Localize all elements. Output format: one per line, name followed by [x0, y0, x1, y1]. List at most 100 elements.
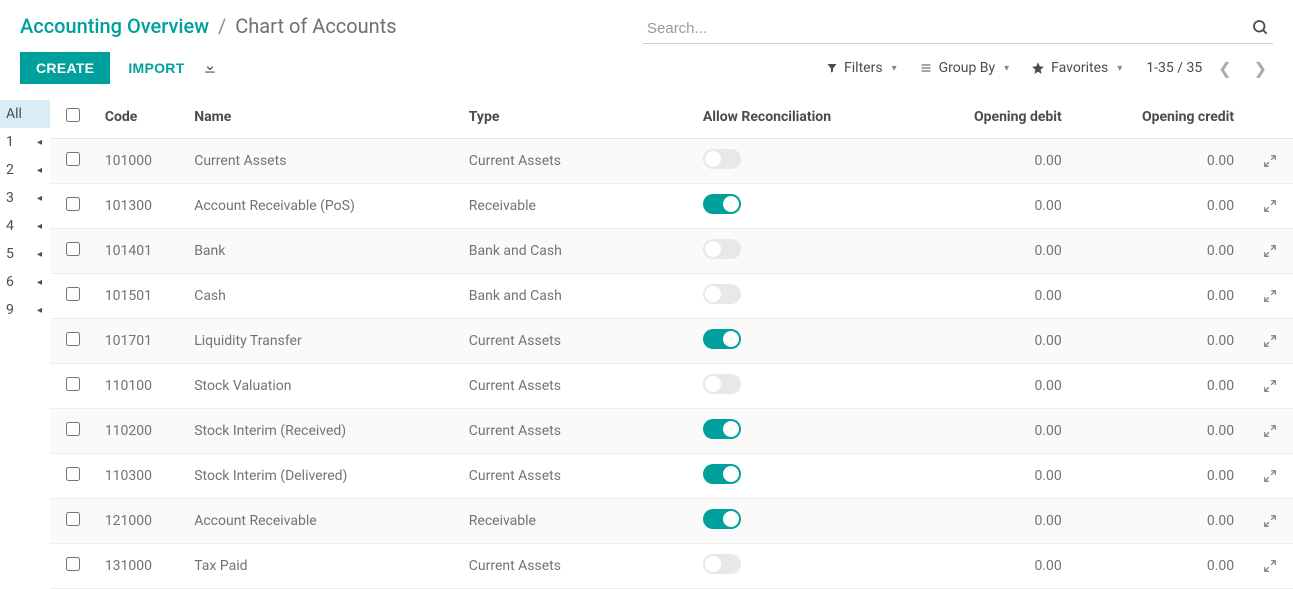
cell-opening-debit[interactable]: 0.00 — [938, 319, 1074, 364]
cell-opening-credit[interactable]: 0.00 — [1074, 139, 1246, 184]
table-row[interactable]: 110300Stock Interim (Delivered)Current A… — [50, 454, 1293, 499]
cell-opening-credit[interactable]: 0.00 — [1074, 319, 1246, 364]
expand-icon[interactable] — [1263, 468, 1277, 484]
row-checkbox[interactable] — [66, 197, 80, 211]
download-icon[interactable] — [203, 60, 217, 76]
cell-opening-credit[interactable]: 0.00 — [1074, 454, 1246, 499]
cell-opening-debit[interactable]: 0.00 — [938, 274, 1074, 319]
expand-icon[interactable] — [1263, 333, 1277, 349]
table-row[interactable]: 110200Stock Interim (Received)Current As… — [50, 409, 1293, 454]
search-input[interactable] — [643, 14, 1273, 44]
cell-type[interactable]: Current Assets — [461, 409, 695, 454]
cell-opening-debit[interactable]: 0.00 — [938, 139, 1074, 184]
sidebar-item[interactable]: All◂ — [0, 100, 50, 128]
cell-type[interactable]: Receivable — [461, 499, 695, 544]
cell-name[interactable]: Stock Interim (Received) — [186, 409, 461, 454]
expand-icon[interactable] — [1263, 153, 1277, 169]
reconciliation-toggle[interactable] — [703, 329, 741, 349]
cell-code[interactable]: 101501 — [97, 274, 186, 319]
table-row[interactable]: 101300Account Receivable (PoS)Receivable… — [50, 184, 1293, 229]
cell-opening-credit[interactable]: 0.00 — [1074, 364, 1246, 409]
cell-name[interactable]: Account Receivable (PoS) — [186, 184, 461, 229]
filters-button[interactable]: Filters ▾ — [826, 60, 897, 76]
cell-type[interactable]: Bank and Cash — [461, 274, 695, 319]
sidebar-item[interactable]: 6◂ — [0, 268, 50, 296]
sidebar-item[interactable]: 3◂ — [0, 184, 50, 212]
header-type[interactable]: Type — [461, 96, 695, 139]
cell-name[interactable]: Account Receivable — [186, 499, 461, 544]
row-checkbox[interactable] — [66, 332, 80, 346]
favorites-button[interactable]: Favorites ▾ — [1031, 60, 1122, 76]
cell-name[interactable]: Cash — [186, 274, 461, 319]
cell-code[interactable]: 101300 — [97, 184, 186, 229]
sidebar-item[interactable]: 2◂ — [0, 156, 50, 184]
cell-code[interactable]: 121000 — [97, 499, 186, 544]
sidebar-item[interactable]: 5◂ — [0, 240, 50, 268]
cell-opening-debit[interactable]: 0.00 — [938, 454, 1074, 499]
pager-next[interactable]: ❯ — [1248, 55, 1273, 82]
cell-code[interactable]: 110100 — [97, 364, 186, 409]
row-checkbox[interactable] — [66, 152, 80, 166]
row-checkbox[interactable] — [66, 422, 80, 436]
reconciliation-toggle[interactable] — [703, 509, 741, 529]
cell-code[interactable]: 131000 — [97, 544, 186, 589]
expand-icon[interactable] — [1263, 513, 1277, 529]
header-reconciliation[interactable]: Allow Reconciliation — [695, 96, 938, 139]
reconciliation-toggle[interactable] — [703, 419, 741, 439]
cell-opening-credit[interactable]: 0.00 — [1074, 544, 1246, 589]
sidebar-item[interactable]: 4◂ — [0, 212, 50, 240]
header-name[interactable]: Name — [186, 96, 461, 139]
search-icon[interactable] — [1251, 18, 1269, 36]
cell-type[interactable]: Bank and Cash — [461, 229, 695, 274]
cell-opening-debit[interactable]: 0.00 — [938, 409, 1074, 454]
table-row[interactable]: 131000Tax PaidCurrent Assets 0.000.00 — [50, 544, 1293, 589]
reconciliation-toggle[interactable] — [703, 239, 741, 259]
cell-name[interactable]: Stock Interim (Delivered) — [186, 454, 461, 499]
cell-opening-credit[interactable]: 0.00 — [1074, 409, 1246, 454]
cell-opening-credit[interactable]: 0.00 — [1074, 229, 1246, 274]
expand-icon[interactable] — [1263, 288, 1277, 304]
reconciliation-toggle[interactable] — [703, 149, 741, 169]
row-checkbox[interactable] — [66, 557, 80, 571]
groupby-button[interactable]: Group By ▾ — [919, 60, 1010, 76]
expand-icon[interactable] — [1263, 243, 1277, 259]
reconciliation-toggle[interactable] — [703, 284, 741, 304]
header-opening-debit[interactable]: Opening debit — [938, 96, 1074, 139]
cell-name[interactable]: Tax Paid — [186, 544, 461, 589]
cell-name[interactable]: Current Assets — [186, 139, 461, 184]
cell-opening-debit[interactable]: 0.00 — [938, 499, 1074, 544]
cell-opening-debit[interactable]: 0.00 — [938, 229, 1074, 274]
sidebar-item[interactable]: 1◂ — [0, 128, 50, 156]
reconciliation-toggle[interactable] — [703, 554, 741, 574]
reconciliation-toggle[interactable] — [703, 374, 741, 394]
cell-opening-debit[interactable]: 0.00 — [938, 184, 1074, 229]
cell-code[interactable]: 101701 — [97, 319, 186, 364]
row-checkbox[interactable] — [66, 467, 80, 481]
cell-type[interactable]: Current Assets — [461, 544, 695, 589]
cell-code[interactable]: 110300 — [97, 454, 186, 499]
cell-type[interactable]: Receivable — [461, 184, 695, 229]
cell-name[interactable]: Stock Valuation — [186, 364, 461, 409]
expand-icon[interactable] — [1263, 198, 1277, 214]
cell-name[interactable]: Liquidity Transfer — [186, 319, 461, 364]
cell-type[interactable]: Current Assets — [461, 364, 695, 409]
cell-opening-credit[interactable]: 0.00 — [1074, 184, 1246, 229]
expand-icon[interactable] — [1263, 378, 1277, 394]
cell-opening-debit[interactable]: 0.00 — [938, 544, 1074, 589]
table-row[interactable]: 101701Liquidity TransferCurrent Assets0.… — [50, 319, 1293, 364]
row-checkbox[interactable] — [66, 377, 80, 391]
table-row[interactable]: 101000Current AssetsCurrent Assets0.000.… — [50, 139, 1293, 184]
reconciliation-toggle[interactable] — [703, 464, 741, 484]
cell-code[interactable]: 110200 — [97, 409, 186, 454]
cell-type[interactable]: Current Assets — [461, 139, 695, 184]
header-opening-credit[interactable]: Opening credit — [1074, 96, 1246, 139]
table-row[interactable]: 121000Account ReceivableReceivable0.000.… — [50, 499, 1293, 544]
sidebar-item[interactable]: 9◂ — [0, 296, 50, 324]
breadcrumb-parent-link[interactable]: Accounting Overview — [20, 14, 209, 38]
cell-name[interactable]: Bank — [186, 229, 461, 274]
cell-opening-debit[interactable]: 0.00 — [938, 364, 1074, 409]
pager-prev[interactable]: ❮ — [1212, 55, 1237, 82]
table-row[interactable]: 110100Stock ValuationCurrent Assets 0.000… — [50, 364, 1293, 409]
create-button[interactable]: CREATE — [20, 52, 110, 84]
select-all-checkbox[interactable] — [66, 108, 80, 122]
